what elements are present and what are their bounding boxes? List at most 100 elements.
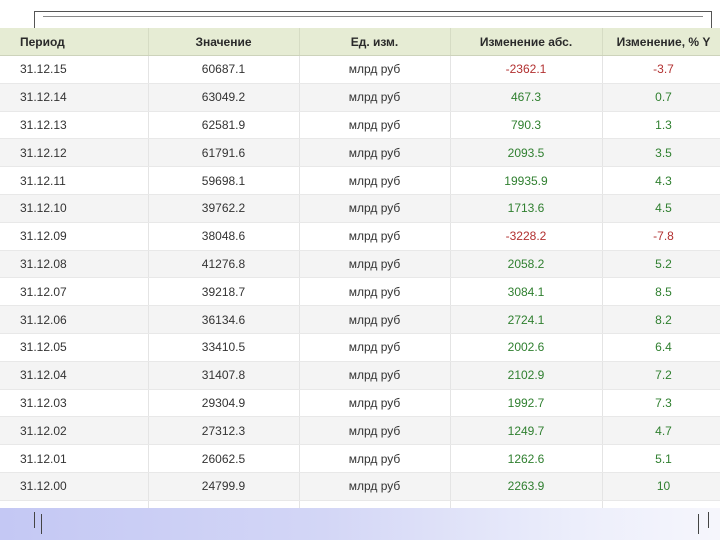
column-header-abs-change[interactable]: Изменение абс. bbox=[450, 28, 603, 56]
abs-change-cell: 19935.9 bbox=[450, 166, 603, 195]
value-cell: 39762.2 bbox=[148, 194, 300, 223]
period-cell: 31.12.01 bbox=[0, 444, 149, 473]
unit-cell: млрд руб bbox=[299, 83, 451, 112]
pct-change-cell: 8.5 bbox=[602, 277, 720, 307]
abs-change-cell: 2058.2 bbox=[450, 250, 603, 279]
data-table-container: Период Значение Ед. изм. Изменение абс. … bbox=[0, 28, 720, 510]
period-cell: 31.12.11 bbox=[0, 166, 149, 195]
frame-left-bar-inner bbox=[41, 514, 42, 534]
abs-change-cell: 1713.6 bbox=[450, 194, 603, 223]
table-row[interactable]: 31.12.03 29304.9 млрд руб 1992.7 7.3 bbox=[0, 389, 720, 418]
abs-change-cell: -3228.2 bbox=[450, 222, 603, 251]
abs-change-cell: 2102.9 bbox=[450, 361, 603, 390]
value-cell: 62581.9 bbox=[148, 111, 300, 140]
column-header-unit[interactable]: Ед. изм. bbox=[299, 28, 451, 56]
period-cell: 31.12.06 bbox=[0, 305, 149, 334]
slide-frame bbox=[34, 11, 712, 28]
unit-cell: млрд руб bbox=[299, 222, 451, 251]
abs-change-cell: 2263.9 bbox=[450, 472, 603, 501]
period-cell: 31.12.07 bbox=[0, 277, 149, 307]
value-cell: 41276.8 bbox=[148, 250, 300, 279]
period-cell: 31.12.08 bbox=[0, 250, 149, 279]
table-row[interactable]: 31.12.15 60687.1 млрд руб -2362.1 -3.7 bbox=[0, 55, 720, 84]
data-table: Период Значение Ед. изм. Изменение абс. … bbox=[0, 28, 720, 510]
value-cell: 36134.6 bbox=[148, 305, 300, 334]
unit-cell: млрд руб bbox=[299, 416, 451, 446]
unit-cell: млрд руб bbox=[299, 250, 451, 279]
period-cell: 31.12.03 bbox=[0, 389, 149, 418]
pct-change-cell: 4.7 bbox=[602, 416, 720, 446]
abs-change-cell: 1249.7 bbox=[450, 416, 603, 446]
pct-change-cell: 4.5 bbox=[602, 194, 720, 223]
pct-change-cell: 3.5 bbox=[602, 138, 720, 168]
table-row[interactable]: 31.12.01 26062.5 млрд руб 1262.6 5.1 bbox=[0, 444, 720, 473]
table-row[interactable]: 31.12.13 62581.9 млрд руб 790.3 1.3 bbox=[0, 111, 720, 140]
value-cell: 24799.9 bbox=[148, 472, 300, 501]
table-row[interactable]: 31.12.14 63049.2 млрд руб 467.3 0.7 bbox=[0, 83, 720, 112]
abs-change-cell: 2002.6 bbox=[450, 333, 603, 362]
unit-cell: млрд руб bbox=[299, 361, 451, 390]
period-cell: 31.12.04 bbox=[0, 361, 149, 390]
table-row[interactable]: 31.12.10 39762.2 млрд руб 1713.6 4.5 bbox=[0, 194, 720, 223]
abs-change-cell: 1262.6 bbox=[450, 444, 603, 473]
value-cell: 26062.5 bbox=[148, 444, 300, 473]
frame-right-bar-inner bbox=[698, 514, 699, 534]
table-row[interactable]: 31.12.07 39218.7 млрд руб 3084.1 8.5 bbox=[0, 277, 720, 307]
unit-cell: млрд руб bbox=[299, 55, 451, 84]
pct-change-cell: 1.3 bbox=[602, 111, 720, 140]
period-cell: 31.12.09 bbox=[0, 222, 149, 251]
table-row[interactable]: 31.12.00 24799.9 млрд руб 2263.9 10 bbox=[0, 472, 720, 501]
value-cell: 60687.1 bbox=[148, 55, 300, 84]
table-row[interactable]: 31.12.06 36134.6 млрд руб 2724.1 8.2 bbox=[0, 305, 720, 334]
period-cell: 31.12.10 bbox=[0, 194, 149, 223]
abs-change-cell: 2724.1 bbox=[450, 305, 603, 334]
period-cell: 31.12.05 bbox=[0, 333, 149, 362]
pct-change-cell: 5.2 bbox=[602, 250, 720, 279]
frame-right-bar bbox=[708, 512, 709, 528]
table-row[interactable]: 31.12.04 31407.8 млрд руб 2102.9 7.2 bbox=[0, 361, 720, 390]
abs-change-cell: 467.3 bbox=[450, 83, 603, 112]
unit-cell: млрд руб bbox=[299, 111, 451, 140]
column-header-period[interactable]: Период bbox=[0, 28, 149, 56]
table-row[interactable]: 31.12.08 41276.8 млрд руб 2058.2 5.2 bbox=[0, 250, 720, 279]
value-cell: 39218.7 bbox=[148, 277, 300, 307]
abs-change-cell: 3084.1 bbox=[450, 277, 603, 307]
value-cell: 59698.1 bbox=[148, 166, 300, 195]
pct-change-cell: 6.4 bbox=[602, 333, 720, 362]
pct-change-cell: -7.8 bbox=[602, 222, 720, 251]
unit-cell: млрд руб bbox=[299, 166, 451, 195]
unit-cell: млрд руб bbox=[299, 138, 451, 168]
abs-change-cell: 1992.7 bbox=[450, 389, 603, 418]
unit-cell: млрд руб bbox=[299, 333, 451, 362]
table-row[interactable]: 31.12.05 33410.5 млрд руб 2002.6 6.4 bbox=[0, 333, 720, 362]
abs-change-cell: 790.3 bbox=[450, 111, 603, 140]
pct-change-cell: 8.2 bbox=[602, 305, 720, 334]
unit-cell: млрд руб bbox=[299, 305, 451, 334]
pct-change-cell: -3.7 bbox=[602, 55, 720, 84]
pct-change-cell: 7.2 bbox=[602, 361, 720, 390]
value-cell: 63049.2 bbox=[148, 83, 300, 112]
value-cell: 33410.5 bbox=[148, 333, 300, 362]
pct-change-cell: 5.1 bbox=[602, 444, 720, 473]
unit-cell: млрд руб bbox=[299, 444, 451, 473]
period-cell: 31.12.15 bbox=[0, 55, 149, 84]
pct-change-cell: 4.3 bbox=[602, 166, 720, 195]
period-cell: 31.12.02 bbox=[0, 416, 149, 446]
value-cell: 31407.8 bbox=[148, 361, 300, 390]
value-cell: 27312.3 bbox=[148, 416, 300, 446]
table-row[interactable]: 31.12.09 38048.6 млрд руб -3228.2 -7.8 bbox=[0, 222, 720, 251]
column-header-value[interactable]: Значение bbox=[148, 28, 300, 56]
unit-cell: млрд руб bbox=[299, 194, 451, 223]
table-row[interactable]: 31.12.11 59698.1 млрд руб 19935.9 4.3 bbox=[0, 166, 720, 195]
unit-cell: млрд руб bbox=[299, 277, 451, 307]
table-row[interactable]: 31.12.12 61791.6 млрд руб 2093.5 3.5 bbox=[0, 138, 720, 168]
value-cell: 61791.6 bbox=[148, 138, 300, 168]
table-header-row: Период Значение Ед. изм. Изменение абс. … bbox=[0, 28, 720, 56]
table-row[interactable]: 31.12.02 27312.3 млрд руб 1249.7 4.7 bbox=[0, 416, 720, 446]
value-cell: 38048.6 bbox=[148, 222, 300, 251]
period-cell: 31.12.12 bbox=[0, 138, 149, 168]
column-header-pct-change[interactable]: Изменение, % Y bbox=[602, 28, 720, 56]
footer-band bbox=[0, 508, 720, 540]
unit-cell: млрд руб bbox=[299, 389, 451, 418]
unit-cell: млрд руб bbox=[299, 472, 451, 501]
